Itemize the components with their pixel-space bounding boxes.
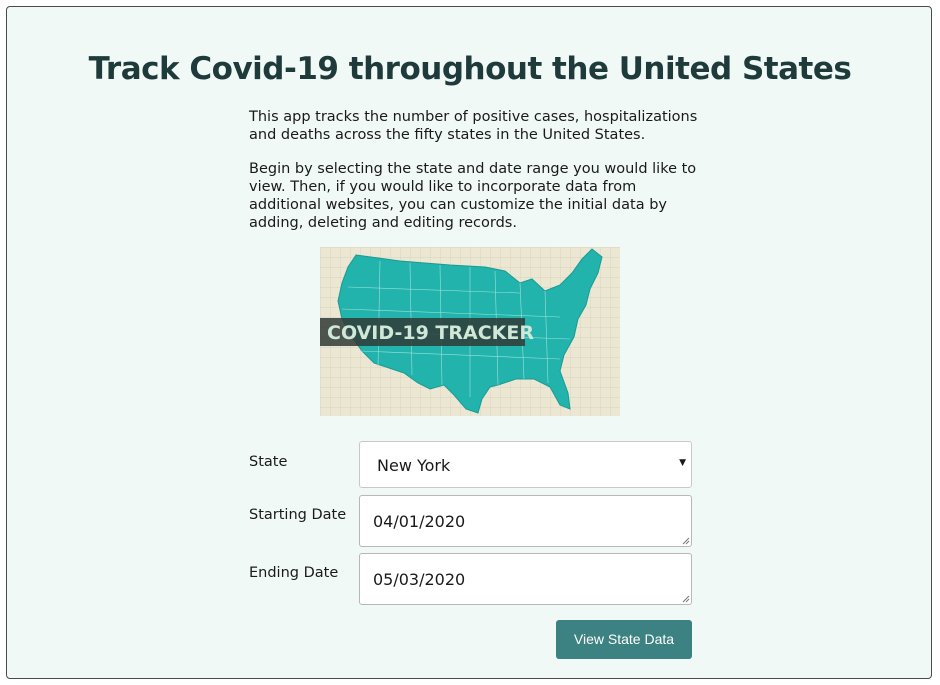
page-title: Track Covid-19 throughout the United Sta… — [88, 51, 852, 87]
app-container: Track Covid-19 throughout the United Sta… — [6, 6, 932, 679]
resize-grip-icon[interactable] — [682, 595, 690, 603]
covid-tracker-banner-image: COVID-19 TRACKER — [320, 247, 620, 416]
banner-label-text: COVID-19 TRACKER — [327, 322, 534, 344]
starting-date-input[interactable]: 04/01/2020 — [359, 495, 692, 547]
starting-date-value: 04/01/2020 — [373, 512, 466, 531]
resize-grip-icon[interactable] — [682, 537, 690, 545]
ending-date-input[interactable]: 05/03/2020 — [359, 553, 692, 605]
ending-date-label: Ending Date — [249, 565, 339, 581]
state-label: State — [249, 454, 288, 470]
view-state-data-button[interactable]: View State Data — [556, 620, 692, 659]
state-select-value: New York — [377, 456, 451, 475]
intro-paragraph-2: Begin by selecting the state and date ra… — [249, 161, 697, 231]
ending-date-value: 05/03/2020 — [373, 570, 466, 589]
intro-paragraph-1: This app tracks the number of positive c… — [249, 109, 698, 143]
starting-date-label: Starting Date — [249, 507, 347, 523]
state-select[interactable]: New York ▼ — [359, 441, 692, 488]
us-map-graphic: COVID-19 TRACKER — [320, 247, 620, 416]
dropdown-caret-icon: ▼ — [679, 458, 686, 468]
